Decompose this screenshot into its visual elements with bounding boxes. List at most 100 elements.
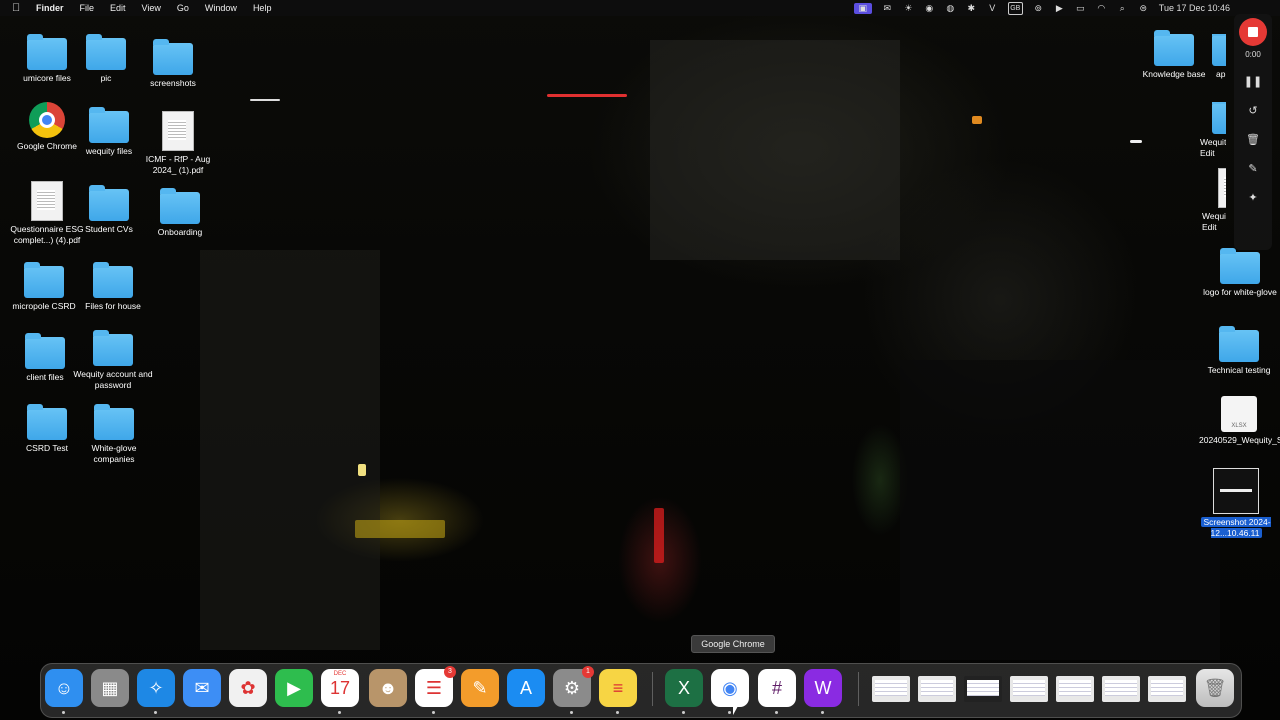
finder-glyph: ☺ bbox=[54, 677, 74, 698]
chrome-icon[interactable]: ◉ bbox=[711, 669, 749, 714]
menu-help[interactable]: Help bbox=[253, 3, 272, 13]
desktop-folder-wequity-account[interactable]: Wequity account and password bbox=[73, 330, 153, 391]
desktop-item-label: app bbox=[1216, 69, 1226, 79]
gb-input-icon[interactable]: GB bbox=[1007, 1, 1023, 15]
desktop-folder-files-for-house[interactable]: Files for house bbox=[73, 262, 153, 312]
screen-recorder-panel: 0:00 ❚❚ ↺ 🗑 ✎ ✦ bbox=[1234, 14, 1272, 250]
trash-glyph: 🗑 bbox=[1203, 677, 1227, 698]
vpn-icon[interactable]: ◍ bbox=[945, 3, 956, 14]
calendar-icon[interactable]: 17 DEC bbox=[321, 669, 359, 714]
pause-icon[interactable]: ❚❚ bbox=[1234, 75, 1272, 88]
desktop-file-wequity-edit[interactable]: Wequit Edit bbox=[1196, 168, 1226, 233]
desktop-folder-student-cvs[interactable]: Student CVs bbox=[69, 185, 149, 235]
reminders-icon[interactable]: ☰ 3 bbox=[415, 666, 456, 714]
desktop-file-wequity-kpis[interactable]: XLSX 20240529_Wequity_Strad...KPIs.xlsx bbox=[1199, 396, 1280, 446]
desktop-file-screenshot[interactable]: Screenshot 2024-12...10.46.11 bbox=[1196, 468, 1276, 539]
desktop-item-label: ICMF - RfP - Aug 2024_ (1).pdf bbox=[145, 154, 211, 175]
system-settings-icon[interactable]: ⚙ 1 bbox=[553, 666, 594, 714]
dock-recent-file-thumbnail[interactable] bbox=[964, 676, 1002, 702]
mouse-cursor bbox=[733, 706, 738, 715]
desktop-folder-micropole-csrd[interactable]: micropole CSRD bbox=[4, 262, 84, 312]
excel-icon[interactable]: X bbox=[665, 669, 703, 714]
wequity-glyph: W bbox=[814, 677, 832, 698]
folder-icon bbox=[1219, 326, 1259, 362]
menubar-clock[interactable]: Tue 17 Dec 10:46 bbox=[1159, 3, 1230, 13]
v-icon[interactable]: V bbox=[987, 3, 998, 14]
pages-glyph: ✎ bbox=[472, 677, 488, 698]
folder-icon bbox=[153, 39, 193, 75]
desktop-folder-wequity-files[interactable]: wequity files bbox=[69, 107, 149, 157]
brightness-icon[interactable]: ☀ bbox=[903, 3, 914, 14]
running-indicator bbox=[616, 711, 619, 714]
launchpad-glyph: ▦ bbox=[101, 677, 119, 698]
dock-recent-file-thumbnail[interactable] bbox=[872, 676, 910, 702]
restart-icon[interactable]: ↺ bbox=[1234, 104, 1272, 117]
menu-edit[interactable]: Edit bbox=[110, 3, 126, 13]
desktop-folder-white-glove-companies[interactable]: White-glove companies bbox=[74, 404, 154, 465]
screen-record-icon[interactable]: ▣ bbox=[853, 2, 872, 14]
app-store-icon[interactable]: A bbox=[507, 669, 545, 707]
calendar-month-label: DEC bbox=[333, 671, 347, 677]
wifi-icon[interactable]: ◠ bbox=[1096, 3, 1107, 14]
facetime-icon[interactable]: ▶ bbox=[275, 669, 313, 707]
menu-view[interactable]: View bbox=[142, 3, 161, 13]
launchpad-icon[interactable]: ▦ bbox=[91, 669, 129, 707]
play-icon[interactable]: ▶ bbox=[1054, 3, 1065, 14]
desktop-folder-wequity-edit[interactable]: Wequit Edit bbox=[1196, 102, 1226, 159]
wequity-icon[interactable]: W bbox=[804, 669, 842, 714]
search-icon[interactable]: ⌕ bbox=[1117, 3, 1128, 14]
pdf-icon bbox=[31, 181, 63, 221]
photos-icon[interactable]: ✿ bbox=[229, 669, 267, 707]
trash-icon[interactable]: 🗑 bbox=[1196, 669, 1234, 707]
desktop-folder-technical-testing[interactable]: Technical testing bbox=[1199, 326, 1279, 376]
desktop-item-label: Screenshot 2024-12...10.46.11 bbox=[1201, 517, 1271, 538]
dock-recent-file-thumbnail[interactable] bbox=[1148, 676, 1186, 702]
pen-icon[interactable]: ✎ bbox=[1234, 162, 1272, 175]
desktop-item-label: Student CVs bbox=[85, 224, 133, 234]
running-indicator bbox=[338, 711, 341, 714]
dock-recent-file-thumbnail[interactable] bbox=[1056, 676, 1094, 702]
finder-icon[interactable]: ☺ bbox=[45, 669, 83, 714]
desktop-folder-app[interactable]: app bbox=[1196, 34, 1226, 80]
desktop-item-label: wequity files bbox=[85, 146, 133, 156]
chrome-icon[interactable]: ◉ bbox=[924, 3, 935, 14]
menu-go[interactable]: Go bbox=[177, 3, 189, 13]
bluetooth-icon[interactable]: ✱ bbox=[966, 3, 977, 14]
folder-icon bbox=[160, 188, 200, 224]
doc-icon bbox=[1218, 168, 1226, 208]
desktop-folder-screenshots[interactable]: screenshots bbox=[133, 39, 213, 89]
mail-glyph: ✉ bbox=[194, 677, 210, 698]
desktop-file-icmf-rfp[interactable]: ICMF - RfP - Aug 2024_ (1).pdf bbox=[138, 111, 218, 176]
dock-recent-file-thumbnail[interactable] bbox=[918, 676, 956, 702]
menu-app-name[interactable]: Finder bbox=[36, 3, 64, 13]
magic-icon[interactable]: ✦ bbox=[1234, 191, 1272, 204]
menu-bar:  Finder File Edit View Go Window Help ▣… bbox=[0, 0, 1280, 16]
dock-recent-file-thumbnail[interactable] bbox=[1010, 676, 1048, 702]
menu-file[interactable]: File bbox=[80, 3, 95, 13]
menu-window[interactable]: Window bbox=[205, 3, 237, 13]
folder-icon bbox=[89, 107, 129, 143]
screenshot-thumbnail-icon bbox=[1213, 468, 1259, 514]
fingerprint-icon[interactable]: ⊚ bbox=[1033, 3, 1044, 14]
chrome-icon bbox=[29, 102, 65, 138]
email-icon[interactable]: ✉ bbox=[882, 3, 893, 14]
apple-icon[interactable]:  bbox=[12, 2, 26, 14]
wallpaper-light bbox=[972, 116, 982, 124]
dock-recent-file-thumbnail[interactable] bbox=[1102, 676, 1140, 702]
desktop-folder-logo-white-glove[interactable]: logo for white-glove bbox=[1200, 248, 1280, 298]
wallpaper-light bbox=[654, 508, 664, 563]
safari-icon[interactable]: ✧ bbox=[137, 669, 175, 714]
desktop-folder-onboarding[interactable]: Onboarding bbox=[140, 188, 220, 238]
pages-icon[interactable]: ✎ bbox=[461, 669, 499, 707]
stop-icon[interactable] bbox=[1239, 18, 1267, 46]
control-center-icon[interactable]: ⊜ bbox=[1138, 3, 1149, 14]
notes-icon[interactable]: ≡ bbox=[599, 669, 637, 714]
battery-icon[interactable]: ▭ bbox=[1075, 3, 1086, 14]
running-indicator bbox=[570, 711, 573, 714]
wallpaper-light bbox=[547, 94, 627, 97]
slack-icon[interactable]: # bbox=[758, 669, 796, 714]
trash-icon[interactable]: 🗑 bbox=[1234, 133, 1272, 146]
xlsx-icon: XLSX bbox=[1221, 396, 1257, 432]
mail-icon[interactable]: ✉ bbox=[183, 669, 221, 707]
contacts-icon[interactable]: ☻ bbox=[369, 669, 407, 707]
